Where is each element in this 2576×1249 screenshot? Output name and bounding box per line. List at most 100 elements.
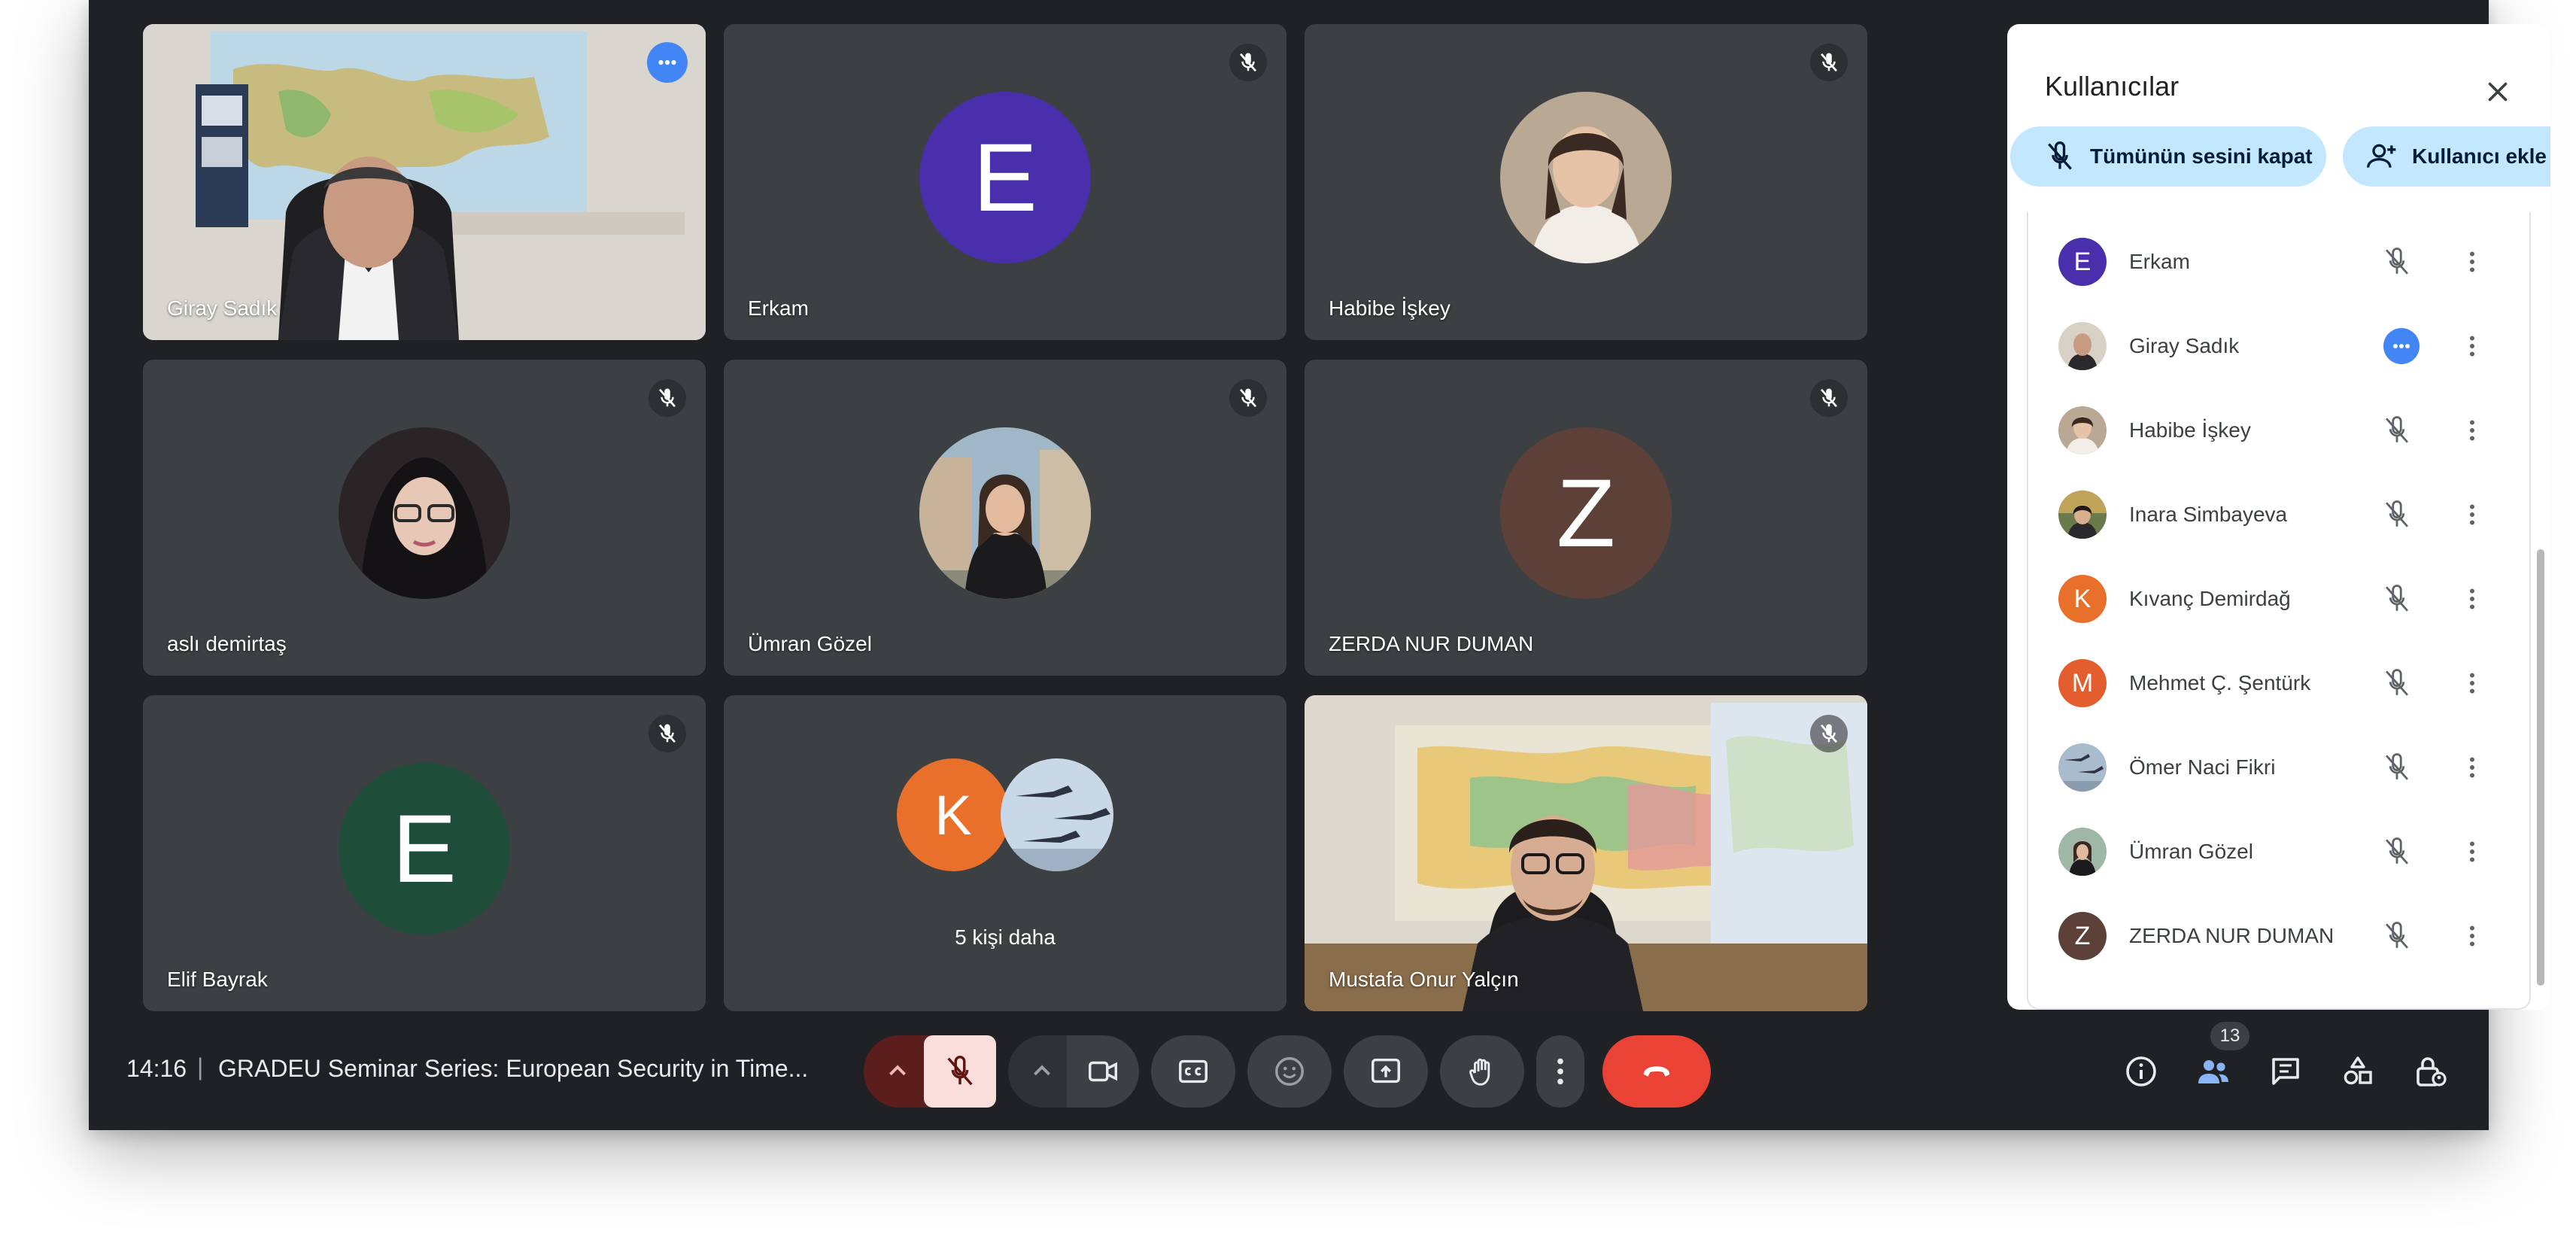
add-user-button[interactable]: Kullanıcı ekle	[2343, 126, 2550, 187]
mic-off-icon	[649, 379, 686, 417]
reactions-button[interactable]	[1247, 1035, 1332, 1108]
video-tile-giray-sadik[interactable]: Giray Sadık	[143, 24, 706, 340]
more-vert-icon	[1557, 1058, 1563, 1085]
mic-off-icon[interactable]	[2379, 244, 2415, 280]
speaking-indicator-icon	[647, 42, 688, 83]
participant-name: Ömer Naci Fikri	[2129, 755, 2276, 779]
more-participants-label: 5 kişi daha	[955, 925, 1056, 949]
tile-name: Mustafa Onur Yalçın	[1329, 968, 1519, 991]
more-participants-avatars: K	[897, 758, 1113, 871]
close-icon[interactable]	[2474, 68, 2522, 116]
participant-name: Ümran Gözel	[2129, 840, 2253, 863]
more-vert-icon[interactable]	[2454, 244, 2490, 280]
people-button[interactable]	[2191, 1049, 2236, 1094]
people-icon	[2198, 1060, 2228, 1083]
host-controls-button[interactable]	[2407, 1049, 2453, 1094]
video-tile-erkam[interactable]: E Erkam	[724, 24, 1286, 340]
mic-off-icon[interactable]	[2379, 918, 2415, 954]
video-tile-elif-bayrak[interactable]: E Elif Bayrak	[143, 695, 706, 1011]
avatar: K	[2058, 575, 2107, 623]
closed-captions-icon	[1179, 1059, 1208, 1083]
participant-row[interactable]: E Erkam	[2028, 220, 2532, 304]
video-tile-zerda-nur-duman[interactable]: Z ZERDA NUR DUMAN	[1305, 360, 1867, 676]
participant-row[interactable]: Ümran Gözel	[2028, 810, 2532, 894]
participant-list: E Erkam Giray Sadık Habibe İşkey Inara S…	[2027, 212, 2531, 1010]
avatar-initial: K	[897, 758, 1010, 871]
mic-off-icon	[947, 1056, 973, 1086]
participant-row[interactable]: K Kıvanç Demirdağ	[2028, 557, 2532, 641]
more-participants-tile[interactable]: K 5 kişi daha	[724, 695, 1286, 1011]
add-user-label: Kullanıcı ekle	[2412, 144, 2547, 168]
end-call-button[interactable]	[1602, 1035, 1711, 1108]
more-vert-icon[interactable]	[2454, 918, 2490, 954]
more-vert-icon[interactable]	[2454, 749, 2490, 786]
participant-photo	[919, 427, 1091, 599]
raise-hand-button[interactable]	[1440, 1035, 1524, 1108]
tile-name: Giray Sadık	[167, 296, 278, 320]
more-vert-icon[interactable]	[2454, 665, 2490, 701]
mic-off-icon	[1229, 44, 1267, 81]
participant-row[interactable]: Habibe İşkey	[2028, 388, 2532, 473]
participant-row[interactable]: Inara Simbayeva	[2028, 473, 2532, 557]
activities-button[interactable]	[2335, 1049, 2380, 1094]
mic-off-icon	[2048, 141, 2072, 170]
meeting-details-button[interactable]	[2119, 1049, 2164, 1094]
camera-options-button[interactable]	[1008, 1035, 1076, 1108]
video-tile-habibe-iskey[interactable]: Habibe İşkey	[1305, 24, 1867, 340]
people-panel: Kullanıcılar Tümünün sesini kapat Kullan…	[2007, 24, 2550, 1010]
people-count-badge: 13	[2210, 1022, 2249, 1050]
video-tile-mustafa-onur-yalcin[interactable]: Mustafa Onur Yalçın	[1305, 695, 1867, 1011]
more-vert-icon[interactable]	[2454, 497, 2490, 533]
participant-row[interactable]: Z ZERDA NUR DUMAN	[2028, 894, 2532, 978]
mic-toggle-button[interactable]	[924, 1035, 996, 1108]
mic-off-icon[interactable]	[2379, 749, 2415, 786]
video-tile-asli-demirtas[interactable]: aslı demirtaş	[143, 360, 706, 676]
more-vert-icon[interactable]	[2454, 328, 2490, 364]
participant-photo	[1001, 758, 1113, 871]
avatar	[2058, 491, 2107, 539]
tile-name: ZERDA NUR DUMAN	[1329, 632, 1534, 655]
participant-row[interactable]: Giray Sadık	[2028, 304, 2532, 388]
videocam-icon	[1089, 1061, 1117, 1082]
mic-off-icon[interactable]	[2379, 581, 2415, 617]
mic-off-icon[interactable]	[2379, 412, 2415, 448]
avatar	[2058, 828, 2107, 876]
chevron-up-icon	[1034, 1065, 1050, 1076]
chat-button[interactable]	[2263, 1049, 2308, 1094]
more-vert-icon[interactable]	[2454, 834, 2490, 870]
present-screen-button[interactable]	[1344, 1035, 1428, 1108]
lock-person-icon	[2417, 1057, 2447, 1086]
participant-name: ZERDA NUR DUMAN	[2129, 924, 2334, 947]
participant-row[interactable]: Ömer Naci Fikri	[2028, 725, 2532, 810]
mic-off-icon	[649, 715, 686, 752]
more-options-button[interactable]	[1536, 1035, 1584, 1108]
more-vert-icon[interactable]	[2454, 581, 2490, 617]
avatar-initial: E	[339, 763, 510, 934]
mute-all-button[interactable]: Tümünün sesini kapat	[2010, 126, 2326, 187]
participant-photo	[339, 427, 510, 599]
participant-name: Mehmet Ç. Şentürk	[2129, 671, 2311, 694]
avatar: E	[2058, 238, 2107, 286]
camera-toggle-button[interactable]	[1067, 1035, 1139, 1108]
call-end-icon	[1643, 1066, 1670, 1077]
present-to-all-icon	[1372, 1058, 1400, 1083]
speaking-indicator-icon	[2383, 328, 2420, 364]
video-tile-umran-gozel[interactable]: Ümran Gözel	[724, 360, 1286, 676]
camera-feed	[143, 24, 706, 340]
captions-button[interactable]	[1151, 1035, 1235, 1108]
mic-off-icon[interactable]	[2379, 665, 2415, 701]
meeting-time: 14:16	[126, 1055, 187, 1082]
shapes-icon	[2344, 1056, 2372, 1085]
mic-options-button[interactable]	[864, 1035, 931, 1108]
mic-off-icon[interactable]	[2379, 834, 2415, 870]
mic-off-icon	[1810, 379, 1848, 417]
participant-row[interactable]: M Mehmet Ç. Şentürk	[2028, 641, 2532, 725]
mic-off-icon	[1229, 379, 1267, 417]
mute-all-label: Tümünün sesini kapat	[2090, 144, 2313, 168]
avatar	[2058, 406, 2107, 454]
scrollbar[interactable]	[2537, 549, 2544, 986]
mic-off-icon	[1810, 44, 1848, 81]
mic-off-icon[interactable]	[2379, 497, 2415, 533]
tile-name: Ümran Gözel	[748, 632, 872, 655]
more-vert-icon[interactable]	[2454, 412, 2490, 448]
